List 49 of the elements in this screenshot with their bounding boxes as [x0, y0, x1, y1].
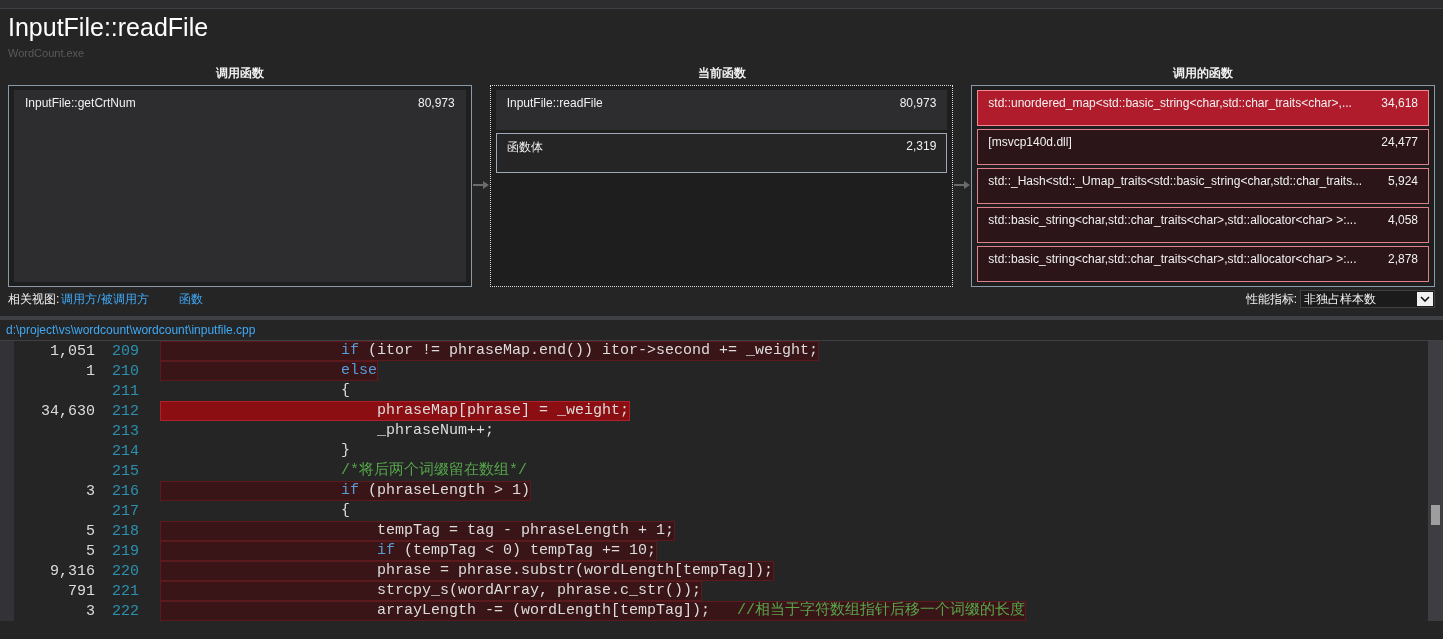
- line-number: 215: [112, 462, 140, 480]
- panel-heading: 当前函数: [696, 65, 747, 81]
- line-number: 221: [112, 582, 140, 600]
- line-number: 214: [112, 442, 140, 460]
- sample-count: 9,316: [49, 562, 95, 580]
- code-line: {: [340, 381, 352, 401]
- related-views-label: 相关视图:: [8, 290, 60, 308]
- code-line: /*将后两个词缀留在数组*/: [340, 461, 529, 481]
- metric-label: 性能指标:: [1245, 290, 1297, 308]
- function-item[interactable]: std::basic_string<char,std::char_traits<char>,std::allocator<char> >:... 4,058: [977, 207, 1429, 243]
- metric-dropdown[interactable]: 非独占样本数: [1300, 290, 1435, 308]
- arrow-icon: [472, 180, 489, 190]
- sample-count: 5: [85, 542, 95, 560]
- code-line: _phraseNum++;: [376, 421, 496, 441]
- arrow-icon: [954, 180, 971, 190]
- sample-count: 1,051: [49, 342, 95, 360]
- line-number: 220: [112, 562, 140, 580]
- function-item[interactable]: [msvcp140d.dll] 24,477: [977, 129, 1429, 165]
- panel-heading: 调用函数: [214, 65, 265, 81]
- line-number: 217: [112, 502, 140, 520]
- sample-count: 34,630: [40, 402, 95, 420]
- line-number: 219: [112, 542, 140, 560]
- sample-count: 3: [85, 602, 95, 620]
- function-title: InputFile::readFile: [8, 12, 209, 43]
- sample-count: 3: [85, 482, 95, 500]
- line-number: 212: [112, 402, 140, 420]
- code-line: {: [340, 501, 352, 521]
- line-number: 210: [112, 362, 140, 380]
- line-number: 213: [112, 422, 140, 440]
- function-item[interactable]: 函数体 2,319: [495, 133, 948, 173]
- scrollbar[interactable]: [1428, 341, 1443, 621]
- function-item[interactable]: std::basic_string<char,std::char_traits<char>,std::allocator<char> >:... 2,878: [977, 246, 1429, 282]
- line-number: 216: [112, 482, 140, 500]
- function-item[interactable]: InputFile::getCrtNum 80,973: [14, 90, 466, 282]
- sample-count: 5: [85, 522, 95, 540]
- sample-count: 1: [85, 362, 95, 380]
- chevron-down-icon: [1420, 296, 1430, 302]
- line-number: 222: [112, 602, 140, 620]
- view-link[interactable]: 函数: [178, 290, 203, 308]
- line-number: 211: [112, 382, 140, 400]
- panel-heading: 调用的函数: [1172, 65, 1235, 81]
- line-number: 218: [112, 522, 140, 540]
- line-number: 209: [112, 342, 140, 360]
- sample-count: 791: [67, 582, 95, 600]
- function-item[interactable]: std::_Hash<std::_Umap_traits<std::basic_string<char,std::char_traits... 5,924: [977, 168, 1429, 204]
- view-link[interactable]: 调用方/被调用方: [61, 290, 149, 308]
- function-item[interactable]: std::unordered_map<std::basic_string<char,std::char_traits<char>,... 34,618: [977, 90, 1429, 126]
- function-item[interactable]: InputFile::readFile 80,973: [495, 90, 948, 130]
- code-line: }: [340, 441, 352, 461]
